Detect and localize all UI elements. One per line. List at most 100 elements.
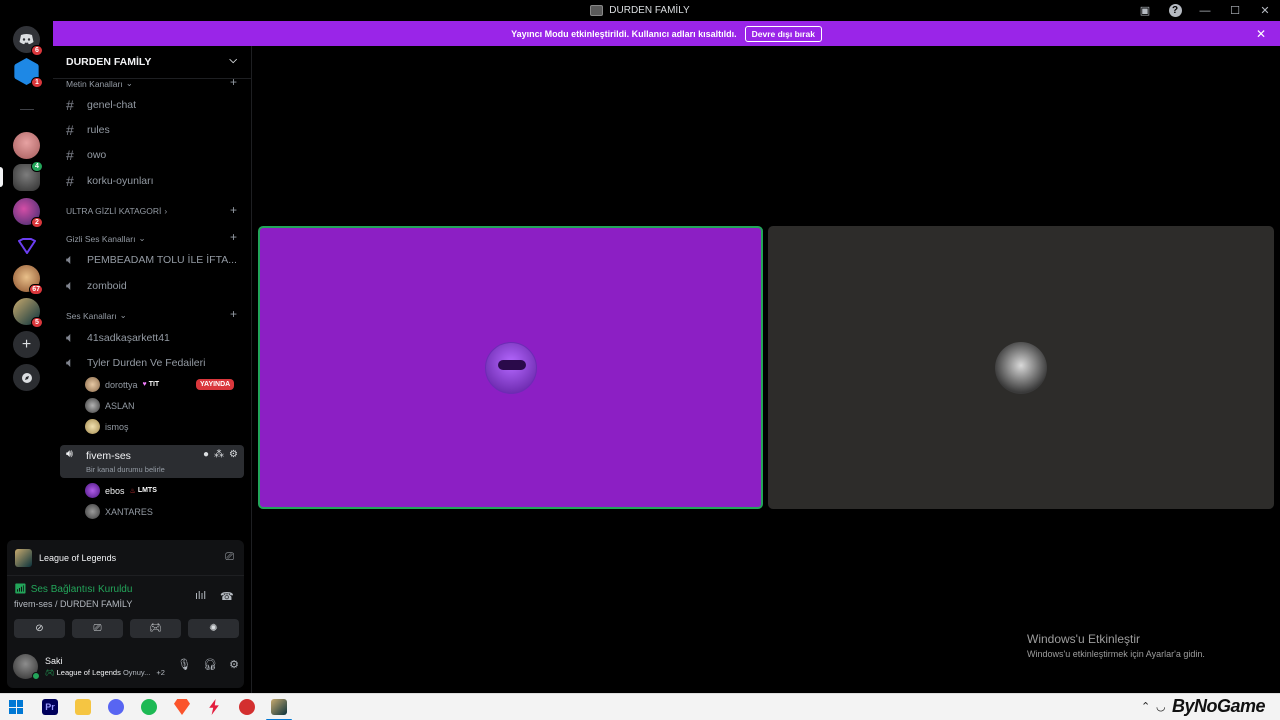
camera-off-button[interactable]: ⊘	[14, 619, 65, 638]
server-icon[interactable]: 1	[13, 58, 43, 88]
chevron-down-icon: ⌄	[138, 233, 146, 243]
streamer-mode-banner: Yayıncı Modu etkinleştirildi. Kullanıcı …	[53, 21, 1280, 46]
video-tile[interactable]	[768, 226, 1274, 509]
chevron-down-icon: ⌵	[229, 55, 237, 66]
server-icon[interactable]: 2	[13, 198, 43, 228]
league-of-legends-icon	[15, 548, 32, 567]
voice-member[interactable]: ismoş	[85, 419, 129, 434]
window-title: DURDEN FAMİLY	[590, 5, 690, 16]
voice-member[interactable]: ASLAN	[85, 398, 135, 413]
compass-icon	[13, 364, 40, 391]
channel-rules[interactable]: # rules	[66, 122, 110, 138]
microphone-icon[interactable]: 🎙︎	[177, 658, 191, 671]
discover-button[interactable]	[13, 364, 40, 391]
server-icon[interactable]	[13, 132, 40, 159]
voice-indicator-badge: 4	[31, 161, 43, 172]
member-tag: ♥ TIT	[142, 381, 160, 388]
stream-game-icon[interactable]: ⎚	[225, 551, 234, 564]
brave-icon[interactable]	[174, 699, 190, 715]
server-icon[interactable]	[13, 232, 40, 259]
visor	[497, 359, 526, 370]
avatar	[85, 419, 100, 434]
voice-member[interactable]: ebos ♨ LMTS	[85, 483, 157, 498]
bolt-icon[interactable]	[209, 699, 219, 715]
soundboard-button[interactable]: ✺	[188, 619, 239, 638]
voice-member[interactable]: XANTARES	[85, 504, 153, 519]
notification-badge: 6	[31, 45, 43, 56]
avatar	[484, 341, 537, 394]
category-ultra-gizli[interactable]: ULTRA GİZLİ KATAGORİ ›	[66, 206, 167, 216]
add-server-button[interactable]: +	[13, 331, 40, 358]
notification-badge: 67	[29, 284, 43, 295]
avatar	[85, 398, 100, 413]
file-explorer-icon[interactable]	[75, 699, 91, 715]
discord-home-button[interactable]: 6	[13, 26, 43, 56]
wifi-icon[interactable]: ◡	[1156, 700, 1166, 713]
signal-icon: 📶︎	[14, 584, 27, 595]
category-text-channels[interactable]: Metin Kanalları ⌄	[66, 78, 133, 89]
hash-icon: #	[66, 122, 74, 138]
windows-start-icon[interactable]	[9, 700, 23, 714]
maximize-button[interactable]: ☐	[1220, 0, 1250, 21]
chat-icon[interactable]: ●	[203, 449, 209, 460]
create-channel-button[interactable]: +	[230, 230, 237, 244]
member-tag: ♨ LMTS	[129, 487, 157, 495]
taskbar: Pr ⌃ ◡ ByNoGame	[0, 693, 1280, 720]
avatar	[85, 504, 100, 519]
gear-icon[interactable]: ⚙	[229, 658, 239, 671]
discord-icon[interactable]	[108, 699, 124, 715]
voice-connected-status[interactable]: 📶︎ Ses Bağlantısı Kuruldu	[14, 584, 132, 595]
riot-icon[interactable]	[239, 699, 255, 715]
online-status-dot	[32, 672, 40, 680]
disconnect-icon[interactable]: ☎	[220, 590, 234, 603]
chevron-down-icon: ⌄	[119, 310, 127, 320]
guild-header[interactable]: DURDEN FAMİLY ⌵	[53, 46, 251, 79]
create-channel-button[interactable]: +	[230, 203, 237, 217]
screen-share-button[interactable]: ⎚	[72, 619, 123, 638]
soundboard-icon: ✺	[209, 623, 218, 634]
close-icon[interactable]: ✕	[1256, 27, 1266, 41]
noise-suppression-icon[interactable]: ılıl	[195, 590, 206, 602]
help-icon[interactable]: ?	[1160, 0, 1190, 21]
inbox-icon[interactable]: ▣	[1130, 0, 1160, 21]
activities-button[interactable]: 🎮︎	[130, 619, 181, 638]
premiere-icon[interactable]: Pr	[42, 699, 58, 715]
category-hidden-voice[interactable]: Gizli Ses Kanalları ⌄	[66, 233, 146, 244]
heart-icon: ♥	[142, 381, 147, 388]
current-user[interactable]: Saki 🎮︎ League of Legends Oynuy... +2 🎙︎…	[13, 652, 239, 682]
title-bar: DURDEN FAMİLY ▣ ? — ☐ ✕	[0, 0, 1280, 21]
gamepad-icon: 🎮︎	[45, 668, 55, 677]
voice-controls: ⊘ ⎚ 🎮︎ ✺	[14, 619, 239, 638]
voice-channel-tyler-durden[interactable]: 🔈︎ Tyler Durden Ve Fedaileri	[66, 354, 205, 371]
channel-genel-chat[interactable]: # genel-chat	[66, 97, 136, 113]
channel-owo[interactable]: # owo	[66, 147, 106, 163]
server-icon-active[interactable]: 4	[13, 161, 43, 191]
channel-korku-oyunlari[interactable]: # korku-oyunları	[66, 173, 154, 189]
category-voice[interactable]: Ses Kanalları ⌄	[66, 310, 127, 321]
voice-channel-pembeadam[interactable]: 🔈︎ PEMBEADAM TOLU İLE İFTA...	[66, 251, 237, 268]
chevron-up-icon[interactable]: ⌃	[1141, 700, 1150, 713]
server-icon[interactable]: 67	[13, 265, 43, 295]
voice-member[interactable]: dorottya ♥ TIT	[85, 377, 159, 392]
notification-badge: 5	[31, 317, 43, 328]
disable-streamer-mode-button[interactable]: Devre dışı bırak	[744, 25, 822, 42]
headphones-icon[interactable]: 🎧︎	[203, 658, 217, 671]
user-controls: 🎙︎ 🎧︎ ⚙	[177, 658, 239, 671]
voice-channel-41sadkasarkett41[interactable]: 🔈︎ 41sadkaşarkett41	[66, 329, 170, 346]
server-icon[interactable]: 5	[13, 298, 43, 328]
voice-channel-zomboid[interactable]: 🔈︎ zomboid	[66, 277, 127, 294]
league-of-legends-icon[interactable]	[271, 699, 287, 715]
voice-location[interactable]: fivem-ses / DURDEN FAMİLY	[14, 599, 132, 609]
create-channel-button[interactable]: +	[230, 75, 237, 89]
create-channel-button[interactable]: +	[230, 307, 237, 321]
avatar	[995, 341, 1047, 394]
invite-icon[interactable]: ⁂	[214, 449, 224, 460]
video-tile-speaking[interactable]	[258, 226, 763, 509]
spotify-icon[interactable]	[141, 699, 157, 715]
voice-channel-fivem-ses-active[interactable]: 🔊︎ fivem-ses Bir kanal durumu belirle ● …	[60, 445, 244, 478]
channel-status-prompt[interactable]: Bir kanal durumu belirle	[86, 465, 165, 474]
minimize-button[interactable]: —	[1190, 0, 1220, 21]
close-window-button[interactable]: ✕	[1250, 0, 1280, 21]
gear-icon[interactable]: ⚙	[229, 449, 238, 460]
notification-badge: 2	[31, 217, 43, 228]
